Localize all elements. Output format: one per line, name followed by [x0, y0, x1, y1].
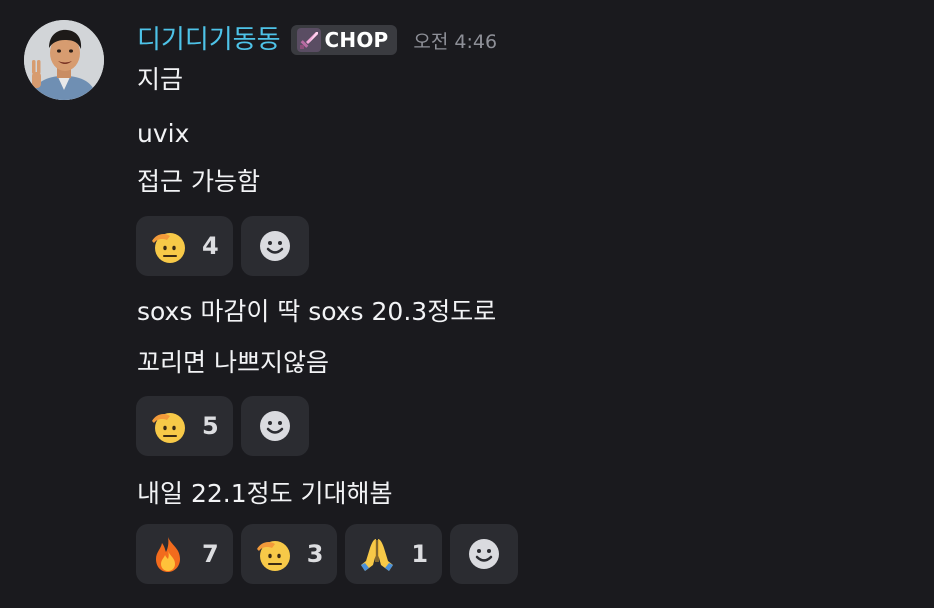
reaction-saluting-face[interactable]: 4 — [136, 216, 233, 276]
fire-icon — [148, 534, 188, 574]
reaction-count: 5 — [202, 412, 219, 440]
saluting-face-icon — [253, 534, 293, 574]
add-reaction-button[interactable] — [240, 396, 309, 456]
message-header: 디기디기동동 CHOP 오전 4:46 — [137, 20, 497, 60]
saluting-face-icon — [148, 406, 188, 446]
message-line: 지금 — [137, 65, 184, 94]
message-line: 접근 가능함 — [137, 167, 260, 196]
reaction-count: 3 — [306, 540, 324, 568]
role-tag-label: CHOP — [324, 28, 389, 52]
author-name[interactable]: 디기디기동동 — [137, 27, 281, 53]
avatar[interactable] — [24, 20, 104, 100]
folded-hands-icon — [357, 534, 397, 574]
reaction-bar: 7 3 1 — [136, 524, 526, 584]
reaction-folded-hands[interactable]: 1 — [345, 524, 443, 584]
reaction-bar: 5 — [136, 396, 317, 456]
reaction-count: 7 — [202, 540, 219, 568]
role-tag[interactable]: CHOP — [290, 25, 398, 55]
reaction-saluting-face[interactable]: 5 — [136, 396, 233, 456]
message-line: uvix — [137, 119, 190, 148]
avatar-photo — [24, 20, 104, 100]
message-line: 꼬리면 나쁘지않음 — [137, 348, 329, 377]
reaction-bar: 4 — [136, 216, 317, 276]
add-reaction-button[interactable] — [450, 524, 519, 584]
message-timestamp[interactable]: 오전 4:46 — [413, 27, 497, 54]
reaction-count: 1 — [411, 540, 429, 568]
add-reaction-button[interactable] — [240, 216, 309, 276]
reaction-fire[interactable]: 7 — [136, 524, 233, 584]
message-line: 내일 22.1정도 기대해봄 — [137, 479, 393, 508]
reaction-saluting-face[interactable]: 3 — [240, 524, 338, 584]
add-reaction-smiley-icon — [259, 231, 290, 261]
message-line: soxs 마감이 딱 soxs 20.3정도로 — [137, 297, 497, 326]
reaction-count: 4 — [202, 232, 219, 260]
saluting-face-icon — [148, 226, 188, 266]
chat-message-group: 디기디기동동 CHOP 오전 4:46 지금 uvix 접근 가능함 4 sox… — [0, 0, 934, 608]
add-reaction-smiley-icon — [469, 539, 500, 569]
add-reaction-smiley-icon — [259, 411, 290, 441]
pink-sword-icon — [296, 28, 321, 52]
